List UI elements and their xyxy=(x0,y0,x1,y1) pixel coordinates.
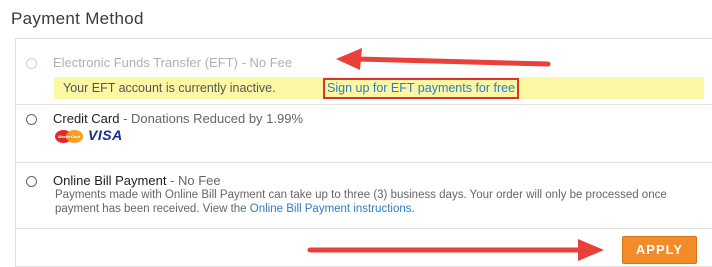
option-eft-name: Electronic Funds Transfer (EFT) xyxy=(53,55,238,70)
mastercard-icon: MasterCard xyxy=(55,130,83,143)
online-bill-instructions-link[interactable]: Online Bill Payment instructions xyxy=(250,203,412,215)
eft-notice-text: Your EFT account is currently inactive. xyxy=(63,81,276,95)
option-credit-card-name: Credit Card xyxy=(53,111,120,126)
option-online-bill-label: Online Bill Payment - No Fee xyxy=(53,173,221,188)
radio-icon[interactable] xyxy=(26,114,37,125)
option-online-bill: Online Bill Payment - No Fee Payments ma… xyxy=(16,162,712,229)
option-credit-card-label: Credit Card - Donations Reduced by 1.99% xyxy=(53,111,303,126)
radio-icon[interactable] xyxy=(26,58,37,69)
option-online-bill-note: - No Fee xyxy=(166,173,221,188)
option-eft-label: Electronic Funds Transfer (EFT) - No Fee xyxy=(53,55,292,70)
eft-signup-link[interactable]: Sign up for EFT payments for free xyxy=(323,78,520,99)
online-bill-description: Payments made with Online Bill Payment c… xyxy=(55,188,695,216)
online-bill-desc-end: . xyxy=(411,203,415,215)
visa-icon: VISA xyxy=(88,127,123,143)
payment-options-panel: Electronic Funds Transfer (EFT) - No Fee… xyxy=(15,38,712,267)
radio-icon[interactable] xyxy=(26,176,37,187)
option-online-bill-name: Online Bill Payment xyxy=(53,173,167,188)
option-credit-card-note: - Donations Reduced by 1.99% xyxy=(119,111,304,126)
eft-inactive-notice: Your EFT account is currently inactive. … xyxy=(54,77,704,99)
apply-button[interactable]: APPLY xyxy=(622,236,697,264)
option-eft: Electronic Funds Transfer (EFT) - No Fee… xyxy=(16,39,712,105)
option-eft-note: - No Fee xyxy=(237,55,293,70)
option-credit-card: Credit Card - Donations Reduced by 1.99%… xyxy=(16,104,712,163)
page-title: Payment Method xyxy=(11,9,144,28)
